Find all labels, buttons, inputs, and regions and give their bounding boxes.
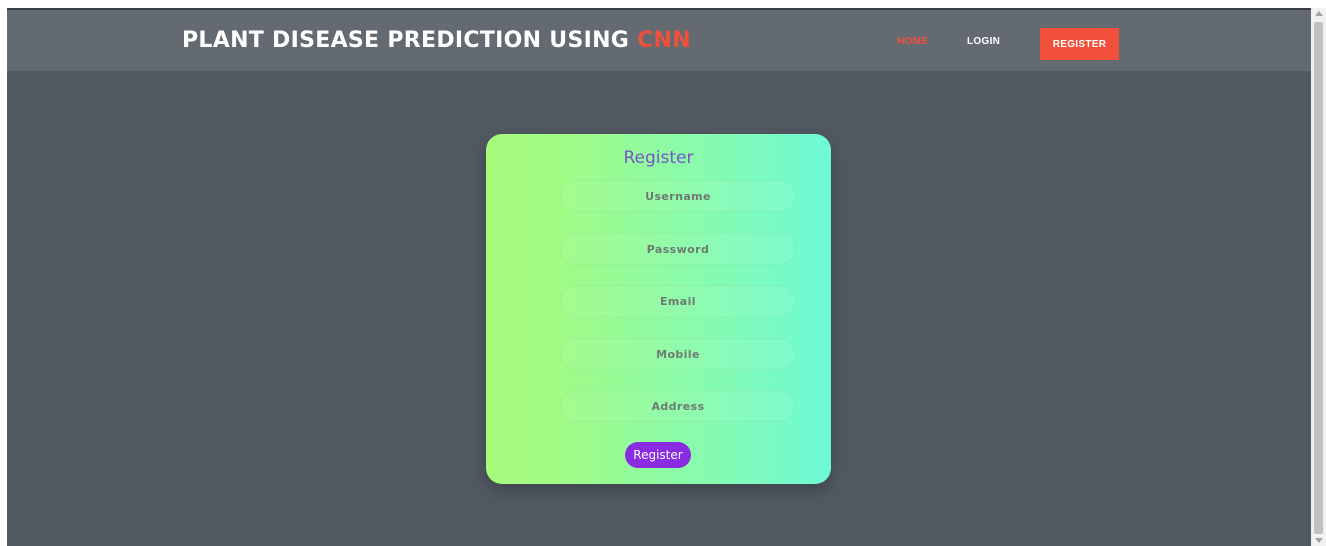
nav-link-login[interactable]: LOGIN	[967, 36, 1000, 47]
address-input[interactable]	[560, 390, 796, 422]
scroll-down-arrow-icon[interactable]	[1315, 538, 1323, 543]
mobile-input[interactable]	[560, 338, 796, 370]
brand-title-accent: CNN	[637, 28, 691, 53]
scroll-up-arrow-icon[interactable]	[1315, 11, 1323, 16]
password-input[interactable]	[560, 233, 796, 265]
browser-frame: PLANT DISEASE PREDICTION USING CNN HOME …	[0, 0, 1326, 546]
scrollbar-thumb[interactable]	[1314, 22, 1323, 534]
nav-register-button[interactable]: REGISTER	[1040, 28, 1119, 60]
brand-title-main: PLANT DISEASE PREDICTION USING	[182, 28, 638, 53]
brand-title[interactable]: PLANT DISEASE PREDICTION USING CNN	[182, 28, 691, 53]
register-title: Register	[623, 148, 694, 168]
nav-link-home[interactable]: HOME	[897, 36, 928, 47]
username-input[interactable]	[560, 180, 796, 212]
vertical-scrollbar[interactable]	[1311, 8, 1326, 546]
page-viewport: PLANT DISEASE PREDICTION USING CNN HOME …	[7, 8, 1311, 546]
email-input[interactable]	[560, 285, 796, 317]
register-card: Register Register	[486, 134, 831, 484]
navbar: PLANT DISEASE PREDICTION USING CNN HOME …	[7, 10, 1311, 71]
register-submit-button[interactable]: Register	[625, 442, 691, 468]
